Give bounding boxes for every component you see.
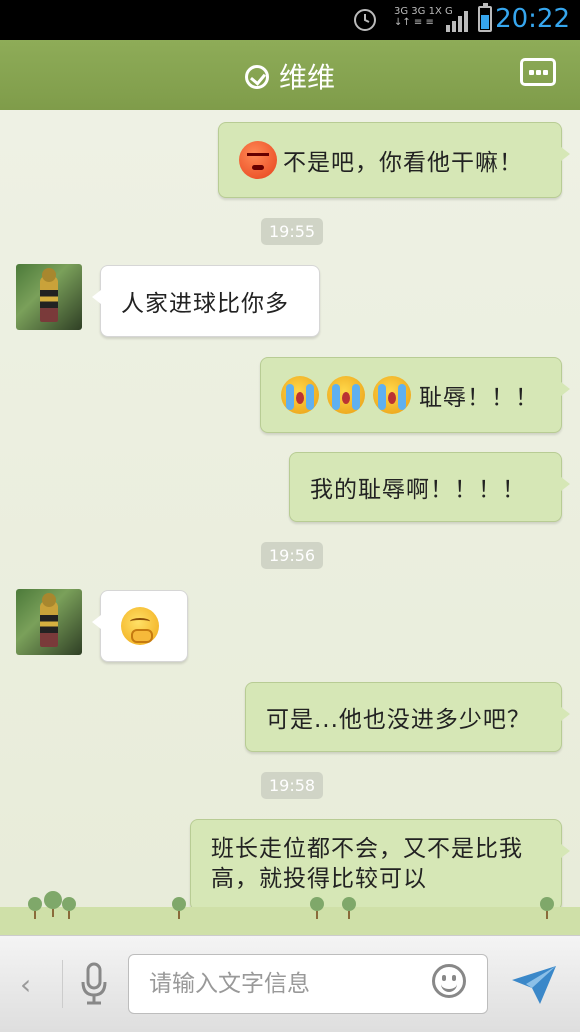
chat-area[interactable]: 不是吧，你看他干嘛！ 19:55 人家进球比你多 耻辱！！！ 我的耻辱啊！！！！… [0,110,580,935]
network-indicator: 3G 3G 1X G ↓↑ ≡ ≡ [394,6,453,28]
contact-avatar[interactable] [16,264,82,330]
dot-icon [543,70,548,75]
message-bubble-incoming[interactable]: 人家进球比你多 [92,265,320,337]
message-bubble-outgoing[interactable]: 可是...他也没进多少吧？ [245,682,570,752]
tree-decoration [44,891,62,917]
tree-decoration [28,897,42,919]
chat-title[interactable]: 维维 [0,56,580,96]
battery-icon [478,3,492,32]
scenery-ground [0,907,580,935]
tree-decoration [342,897,356,919]
angry-face-icon [239,141,277,179]
message-text: 我的耻辱啊！！！！ [310,477,526,503]
contact-name: 维维 [278,61,335,94]
tree-decoration [62,897,76,919]
tree-decoration [540,897,554,919]
alarm-icon [354,9,376,31]
online-check-icon [244,65,269,89]
timestamp: 19:55 [261,218,324,245]
message-bubble-outgoing[interactable]: 我的耻辱啊！！！！ [289,452,570,522]
message-text: 班长走位都不会，又不是比我高，就投得比较可以 [211,836,523,892]
input-placeholder: 请输入文字信息 [149,971,310,997]
microphone-icon[interactable] [80,962,108,1006]
chat-header: 维维 [0,40,580,116]
tree-decoration [172,897,186,919]
contact-avatar[interactable] [16,589,82,655]
message-bubble-incoming[interactable] [92,590,188,662]
dot-icon [536,70,541,75]
crying-face-icon [281,376,319,414]
more-menu-button[interactable] [520,58,556,86]
dot-icon [529,70,534,75]
chevron-left-icon[interactable]: ‹ [20,968,31,1001]
message-bubble-outgoing[interactable]: 班长走位都不会，又不是比我高，就投得比较可以 [190,819,570,911]
emoji-picker-icon[interactable] [432,964,466,998]
status-bar: 3G 3G 1X G ↓↑ ≡ ≡ 20:22 [0,0,580,40]
message-text: 不是吧，你看他干嘛！ [283,150,523,176]
input-bar: ‹ 请输入文字信息 [0,935,580,1032]
message-text: 可是...他也没进多少吧？ [266,707,531,733]
shy-face-icon [121,607,159,645]
message-text: 耻辱！！！ [419,385,539,411]
signal-icon [446,11,468,32]
message-text: 人家进球比你多 [121,291,289,317]
crying-face-icon [373,376,411,414]
tree-decoration [310,897,324,919]
crying-face-icon [327,376,365,414]
divider [62,960,63,1008]
timestamp: 19:56 [261,542,324,569]
send-icon[interactable] [510,962,558,1006]
message-bubble-outgoing[interactable]: 耻辱！！！ [260,357,570,433]
message-bubble-outgoing[interactable]: 不是吧，你看他干嘛！ [218,122,570,198]
timestamp: 19:58 [261,772,324,799]
status-time: 20:22 [495,4,570,34]
